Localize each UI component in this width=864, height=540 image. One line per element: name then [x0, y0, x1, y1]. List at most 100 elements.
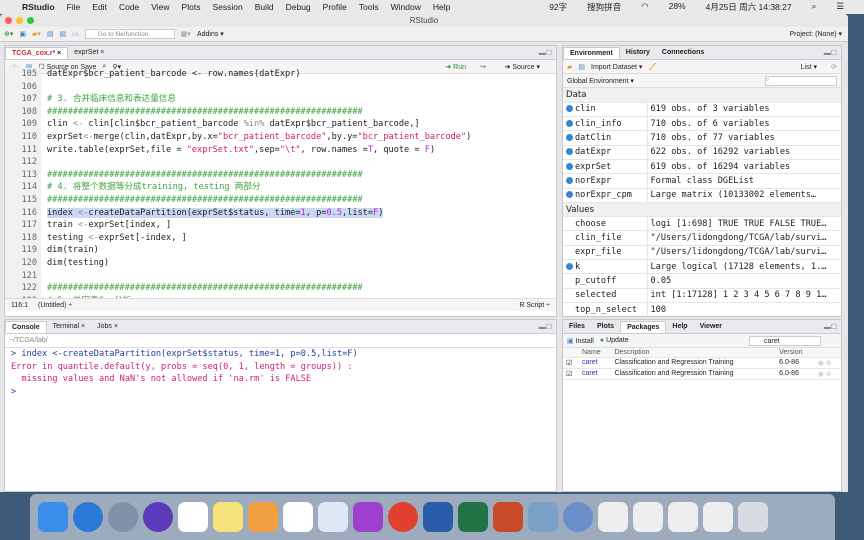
clock[interactable]: 4月25日 周六 14:38:27	[706, 1, 792, 13]
env-row[interactable]: clin_file "/Users/lidongdong/TCGA/lab/sur…	[563, 230, 841, 246]
notes-icon[interactable]	[213, 502, 243, 532]
update-button[interactable]: ● Update	[600, 337, 629, 344]
search-icon[interactable]: ⌕	[812, 1, 817, 13]
code-line[interactable]: 122 #####################################…	[5, 282, 556, 295]
podcasts-icon[interactable]	[353, 502, 383, 532]
numbers-icon[interactable]	[283, 502, 313, 532]
tab-packages[interactable]: Packages	[620, 321, 667, 333]
document-thumbnail-icon[interactable]	[668, 502, 698, 532]
menu-view[interactable]: View	[151, 2, 169, 12]
tab-terminal[interactable]: Terminal ×	[47, 321, 92, 333]
env-row[interactable]: p_cutoff 0.05	[563, 273, 841, 289]
expand-icon[interactable]	[566, 134, 573, 142]
menu-debug[interactable]: Debug	[286, 2, 311, 12]
menu-code[interactable]: Code	[119, 2, 139, 12]
code-line[interactable]: 116 index <-createDataPartition(exprSet$s…	[5, 206, 556, 220]
finder-icon[interactable]	[38, 502, 68, 532]
expand-icon[interactable]	[566, 105, 573, 113]
powerpoint-icon[interactable]	[493, 502, 523, 532]
menu-file[interactable]: File	[67, 2, 81, 12]
menu-build[interactable]: Build	[255, 2, 274, 12]
code-line[interactable]: 117 train <-exprSet[index, ]	[5, 219, 556, 232]
tab-files[interactable]: Files	[563, 321, 591, 333]
tab-history[interactable]: History	[620, 47, 656, 59]
code-line[interactable]: 105 datExpr$bcr_patient_barcode <- row.na…	[5, 68, 556, 81]
grid-icon[interactable]: ▦▾	[181, 30, 191, 38]
document-thumbnail-icon[interactable]	[633, 502, 663, 532]
menu-plots[interactable]: Plots	[182, 2, 201, 12]
menu-profile[interactable]: Profile	[323, 2, 347, 12]
install-button[interactable]: ▣ Install	[567, 337, 594, 345]
open-file-icon[interactable]: ▰▾	[32, 30, 41, 38]
expand-icon[interactable]	[566, 176, 573, 184]
env-row[interactable]: k Large logical (17128 elements, 1.…	[563, 259, 841, 275]
code-line[interactable]: 107 # 3. 合并临床信息和表达量信息	[5, 93, 556, 106]
menu-list-icon[interactable]: ☰	[836, 1, 844, 13]
expand-icon[interactable]	[566, 119, 573, 127]
expand-icon[interactable]	[566, 191, 573, 199]
menu-window[interactable]: Window	[391, 2, 421, 12]
header-name[interactable]: Name	[579, 348, 612, 358]
print-icon[interactable]: ▭	[72, 30, 79, 38]
env-row[interactable]: expr_file "/Users/lidongdong/TCGA/lab/sur…	[563, 245, 841, 261]
tab-jobs[interactable]: Jobs ×	[91, 321, 124, 333]
package-loaded-checkbox[interactable]: ☑	[563, 368, 579, 380]
broom-icon[interactable]: 🧹	[648, 63, 657, 71]
menu-session[interactable]: Session	[212, 2, 242, 12]
open-project-icon[interactable]: ▣	[19, 30, 26, 38]
expand-icon[interactable]	[566, 148, 573, 156]
code-line[interactable]: 119 dim(train)	[5, 244, 556, 257]
package-actions[interactable]: ◉ ⊗	[814, 368, 841, 380]
view-mode-selector[interactable]: List ▾	[801, 63, 817, 71]
package-name-link[interactable]: caret	[582, 370, 598, 377]
preview-icon[interactable]	[528, 502, 558, 532]
env-row[interactable]: choose logi [1:698] TRUE TRUE FALSE TRUE…	[563, 216, 841, 232]
package-name-link[interactable]: caret	[582, 359, 598, 366]
code-line[interactable]: 106	[5, 80, 556, 94]
import-dataset-button[interactable]: Import Dataset ▾	[591, 63, 642, 71]
pane-window-buttons[interactable]: ▬☐	[539, 323, 552, 331]
code-line[interactable]: 109 clin <- clin[clin$bcr_patient_barcode…	[5, 118, 556, 131]
code-line[interactable]: 112	[5, 156, 556, 169]
header-version[interactable]: Version	[776, 348, 815, 358]
console-output[interactable]: > index <-createDataPartition(exprSet$st…	[5, 348, 556, 398]
menu-tools[interactable]: Tools	[359, 2, 379, 12]
tab-plots[interactable]: Plots	[591, 321, 620, 333]
zoom-button[interactable]	[27, 17, 34, 24]
package-actions[interactable]: ◉ ⊗	[814, 357, 841, 369]
code-line[interactable]: 113 #####################################…	[5, 168, 556, 182]
env-row[interactable]: norExpr Formal class DGEList	[563, 173, 841, 189]
new-file-icon[interactable]: ⊕▾	[4, 30, 13, 38]
save-workspace-icon[interactable]: ▤	[578, 63, 585, 71]
code-line[interactable]: 118 testing <-exprSet[-index, ]	[5, 231, 556, 245]
battery[interactable]: 28%	[669, 1, 686, 13]
file-type-selector[interactable]: R Script ÷	[519, 302, 550, 309]
code-line[interactable]: 120 dim(testing)	[5, 256, 556, 270]
siri-icon[interactable]	[143, 502, 173, 532]
code-line[interactable]: 121	[5, 269, 556, 283]
code-editor[interactable]: 105 datExpr$bcr_patient_barcode <- row.na…	[5, 68, 556, 298]
menu-edit[interactable]: Edit	[92, 2, 107, 12]
expand-icon[interactable]	[566, 262, 573, 270]
document-thumbnail-icon[interactable]	[598, 502, 628, 532]
document-thumbnail-icon[interactable]	[703, 502, 733, 532]
save-all-icon[interactable]: ▤	[60, 30, 67, 38]
wifi-icon[interactable]: ◠	[641, 1, 648, 13]
minimize-button[interactable]	[16, 17, 23, 24]
pane-window-buttons[interactable]: ▬☐	[539, 49, 552, 57]
calendar-icon[interactable]	[178, 502, 208, 532]
env-row[interactable]: clin_info 710 obs. of 6 variables	[563, 116, 841, 132]
project-menu[interactable]: Project: (None) ▾	[789, 30, 842, 38]
excel-icon[interactable]	[458, 502, 488, 532]
load-workspace-icon[interactable]: ▰	[567, 63, 572, 71]
code-line[interactable]: 114 # 4. 将整个数据等分成training, testing 两部分	[5, 181, 556, 194]
scope-selector[interactable]: (Untitled) ÷	[38, 302, 72, 309]
code-line[interactable]: 115 #####################################…	[5, 193, 556, 207]
env-row[interactable]: selected int [1:17128] 1 2 3 4 5 6 7 8 9 …	[563, 288, 841, 303]
tab-environment[interactable]: Environment	[563, 47, 620, 59]
refresh-icon[interactable]: ⟳	[831, 63, 837, 71]
tab-console[interactable]: Console	[5, 321, 47, 333]
global-environment-selector[interactable]: Global Environment ▾	[567, 77, 634, 85]
input-method[interactable]: 搜狗拼音	[587, 1, 621, 13]
menu-app[interactable]: RStudio	[22, 2, 55, 12]
